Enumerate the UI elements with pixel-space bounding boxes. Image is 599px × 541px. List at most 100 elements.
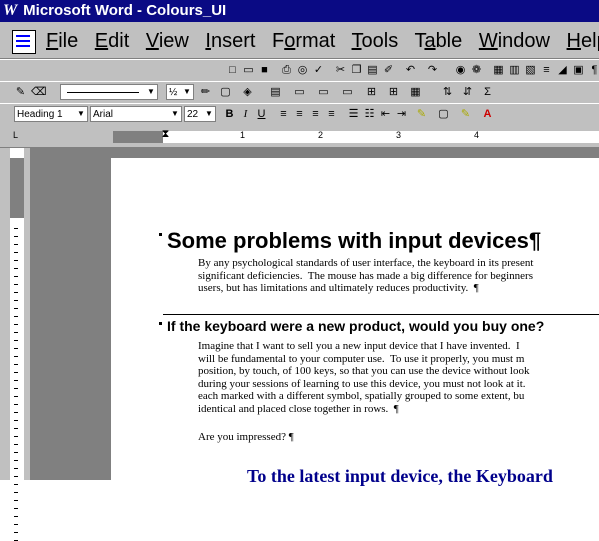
menu-file[interactable]: File bbox=[46, 30, 78, 52]
paragraph-2[interactable]: Imagine that I want to sell you a new in… bbox=[198, 340, 529, 416]
menu-view[interactable]: View bbox=[146, 30, 189, 52]
numbering-icon[interactable]: ☰ bbox=[346, 107, 361, 122]
ruler-tick bbox=[14, 356, 18, 357]
redo-icon[interactable]: ↷ bbox=[425, 63, 440, 78]
paragraph-3[interactable]: Are you impressed? ¶ bbox=[198, 431, 294, 444]
vertical-ruler[interactable] bbox=[0, 148, 31, 541]
horizontal-ruler[interactable]: L ⧗ 1 2 3 4 bbox=[0, 125, 599, 148]
border-icon[interactable]: ▢ bbox=[436, 107, 451, 122]
spelling-icon[interactable]: ✓ bbox=[311, 63, 326, 78]
ruler-tick bbox=[14, 516, 18, 517]
format-painter-icon[interactable]: ✐ bbox=[381, 63, 396, 78]
menu-table[interactable]: Table bbox=[414, 30, 462, 52]
ruler-tick bbox=[14, 452, 18, 453]
excel-icon[interactable]: ▧ bbox=[523, 63, 538, 78]
document-icon[interactable] bbox=[12, 30, 36, 54]
insert-table-icon[interactable]: ▥ bbox=[507, 63, 522, 78]
menu-list: File Edit View Insert Format Tools Table… bbox=[46, 30, 599, 53]
paragraph-1[interactable]: By any psychological standards of user i… bbox=[198, 257, 533, 295]
map-icon[interactable]: ▣ bbox=[571, 63, 586, 78]
tables-icon[interactable]: ▦ bbox=[491, 63, 506, 78]
menu-edit[interactable]: Edit bbox=[95, 30, 129, 52]
drawing-icon[interactable]: ◢ bbox=[555, 63, 570, 78]
distribute-columns-icon[interactable]: ⊞ bbox=[386, 85, 401, 100]
menu-insert[interactable]: Insert bbox=[205, 30, 255, 52]
increase-indent-icon[interactable]: ⇥ bbox=[394, 107, 409, 122]
border-color-icon[interactable]: ✏ bbox=[198, 85, 213, 100]
font-color-icon[interactable]: A bbox=[480, 107, 495, 122]
ruler-tick bbox=[14, 412, 18, 413]
ruler-tick bbox=[14, 436, 18, 437]
menu-help[interactable]: Help bbox=[567, 30, 599, 52]
blue-heading[interactable]: To the latest input device, the Keyboard bbox=[247, 466, 553, 487]
ruler-tick bbox=[14, 460, 18, 461]
hyperlink-icon[interactable]: ◉ bbox=[453, 63, 468, 78]
ruler-tick bbox=[14, 380, 18, 381]
columns-icon[interactable]: ≡ bbox=[539, 63, 554, 78]
tab-selector-icon[interactable]: L bbox=[8, 128, 23, 143]
menu-format[interactable]: Format bbox=[272, 30, 335, 52]
style-select[interactable]: Heading 1 ▼ bbox=[14, 106, 88, 122]
bold-button[interactable]: B bbox=[222, 107, 237, 122]
align-center-text-icon[interactable]: ≡ bbox=[292, 107, 307, 122]
menu-tools[interactable]: Tools bbox=[352, 30, 399, 52]
font-size-select[interactable]: 22 ▼ bbox=[184, 106, 216, 122]
sort-ascending-icon[interactable]: ⇅ bbox=[440, 85, 455, 100]
chevron-down-icon: ▼ bbox=[147, 87, 155, 96]
autosum-icon[interactable]: Σ bbox=[480, 85, 495, 100]
outside-border-icon[interactable]: ▢ bbox=[218, 85, 233, 100]
font-size-value: 22 bbox=[187, 109, 199, 120]
bullets-icon[interactable]: ☷ bbox=[362, 107, 377, 122]
justify-icon[interactable]: ≡ bbox=[324, 107, 339, 122]
distribute-rows-icon[interactable]: ⊞ bbox=[364, 85, 379, 100]
highlight-icon[interactable]: ✎ bbox=[414, 107, 429, 122]
align-right-icon[interactable]: ≡ bbox=[308, 107, 323, 122]
chevron-down-icon: ▼ bbox=[183, 87, 191, 96]
align-bottom-icon[interactable]: ▭ bbox=[340, 85, 355, 100]
new-icon[interactable]: □ bbox=[225, 63, 240, 78]
paste-icon[interactable]: ▤ bbox=[365, 63, 380, 78]
paragraph-mark-icon bbox=[159, 322, 162, 325]
draw-table-icon[interactable]: ✎ bbox=[13, 85, 28, 100]
line-weight-value: ½ bbox=[169, 87, 178, 98]
eraser-icon[interactable]: ⌫ bbox=[31, 85, 47, 100]
save-icon[interactable]: ■ bbox=[257, 63, 272, 78]
menu-window[interactable]: Window bbox=[479, 30, 550, 52]
ruler-tick bbox=[14, 268, 18, 269]
align-center-icon[interactable]: ▭ bbox=[316, 85, 331, 100]
ruler-tick bbox=[14, 284, 18, 285]
ruler-tick bbox=[14, 396, 18, 397]
print-icon[interactable]: ⎙ bbox=[279, 63, 294, 78]
merge-cells-icon[interactable]: ▤ bbox=[268, 85, 283, 100]
show-hide-icon[interactable]: ¶ bbox=[587, 63, 599, 78]
decrease-indent-icon[interactable]: ⇤ bbox=[378, 107, 393, 122]
font-select[interactable]: Arial ▼ bbox=[90, 106, 182, 122]
shading-icon[interactable]: ◈ bbox=[240, 85, 255, 100]
line-weight-select[interactable]: ½ ▼ bbox=[166, 84, 194, 100]
chevron-down-icon: ▼ bbox=[205, 109, 213, 118]
ruler-tick bbox=[14, 372, 18, 373]
ruler-tick bbox=[14, 444, 18, 445]
undo-icon[interactable]: ↶ bbox=[403, 63, 418, 78]
indent-marker-icon[interactable]: ⧗ bbox=[158, 127, 173, 142]
heading-2[interactable]: If the keyboard were a new product, woul… bbox=[167, 318, 544, 334]
cut-icon[interactable]: ✂ bbox=[333, 63, 348, 78]
heading-1[interactable]: Some problems with input devices¶ bbox=[167, 228, 541, 254]
preview-icon[interactable]: ◎ bbox=[295, 63, 310, 78]
chevron-down-icon: ▼ bbox=[77, 109, 85, 118]
align-left-icon[interactable]: ≡ bbox=[276, 107, 291, 122]
sort-descending-icon[interactable]: ⇵ bbox=[460, 85, 475, 100]
ruler-tick bbox=[14, 420, 18, 421]
italic-button[interactable]: I bbox=[238, 107, 253, 122]
line-style-select[interactable]: ▼ bbox=[60, 84, 158, 100]
web-toolbar-icon[interactable]: ❁ bbox=[469, 63, 484, 78]
align-top-icon[interactable]: ▭ bbox=[292, 85, 307, 100]
ruler-mark: 4 bbox=[474, 130, 480, 140]
underline-button[interactable]: U bbox=[254, 107, 269, 122]
ruler-tick bbox=[14, 348, 18, 349]
autoformat-icon[interactable]: ▦ bbox=[408, 85, 423, 100]
formatting-toolbar: Heading 1 ▼ Arial ▼ 22 ▼ B I U ≡ ≡ ≡ ≡ ☰… bbox=[0, 103, 599, 126]
copy-icon[interactable]: ❐ bbox=[349, 63, 364, 78]
highlight-color-icon[interactable]: ✎ bbox=[458, 107, 473, 122]
open-icon[interactable]: ▭ bbox=[241, 63, 256, 78]
